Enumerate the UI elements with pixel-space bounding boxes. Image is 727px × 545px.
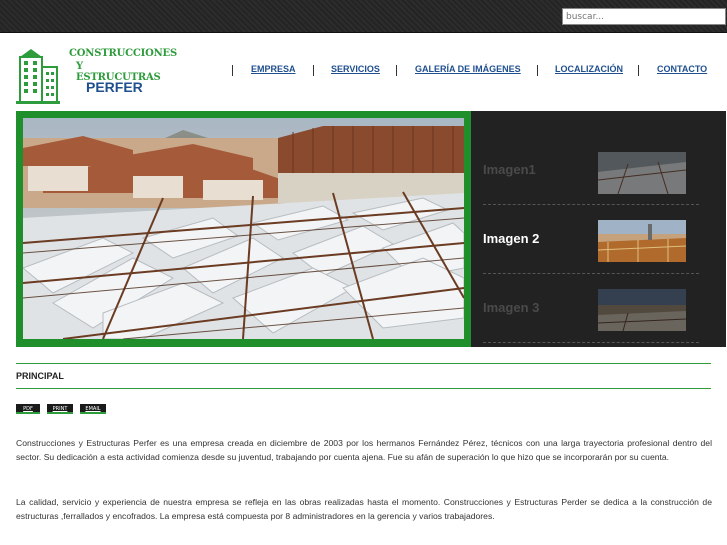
top-bar bbox=[0, 0, 727, 33]
email-button[interactable]: EMAIL bbox=[80, 404, 106, 414]
logo-line3: PERFER bbox=[86, 79, 143, 95]
thumbnail-image bbox=[598, 289, 686, 331]
building-logo-icon bbox=[16, 49, 60, 104]
logo-line1: CONSTRUCCIONES bbox=[69, 48, 177, 59]
nav-item-empresa[interactable]: EMPRESA bbox=[251, 64, 296, 74]
print-button[interactable]: PRINT bbox=[47, 404, 73, 414]
nav-item-servicios[interactable]: SERVICIOS bbox=[331, 64, 380, 74]
divider bbox=[16, 388, 711, 389]
thumbnail-image bbox=[598, 220, 686, 262]
slider-thumbnail-label: Imagen 3 bbox=[483, 300, 540, 315]
slider-thumbnail-list: Imagen1 Imagen 2 Imagen 3 bbox=[471, 111, 726, 347]
nav-separator bbox=[537, 65, 538, 76]
slider-thumbnail-item[interactable]: Imagen1 bbox=[471, 128, 726, 205]
slider-thumbnail-label: Imagen 2 bbox=[483, 231, 540, 246]
logo-link[interactable]: CONSTRUCCIONES Y ESTRUCUTRAS PERFER bbox=[0, 33, 177, 110]
slider-thumbnail-item-active[interactable]: Imagen 2 bbox=[471, 197, 726, 274]
quality-paragraph: La calidad, servicio y experiencia de nu… bbox=[16, 497, 712, 521]
nav-separator bbox=[313, 65, 314, 76]
image-slider: Imagen1 Imagen 2 Imagen 3 bbox=[16, 111, 726, 347]
slider-main-frame bbox=[16, 111, 471, 347]
nav-item-contacto[interactable]: CONTACTO bbox=[657, 64, 707, 74]
site-header: CONSTRUCCIONES Y ESTRUCUTRAS PERFER EMPR… bbox=[0, 33, 727, 110]
thumbnail-divider bbox=[483, 342, 699, 343]
slider-thumbnail-label: Imagen1 bbox=[483, 162, 536, 177]
divider bbox=[16, 363, 711, 364]
pdf-button[interactable]: PDF bbox=[16, 404, 40, 414]
nav-separator bbox=[232, 65, 233, 76]
nav-item-galeria[interactable]: GALERÍA DE IMÁGENES bbox=[415, 64, 521, 74]
section-title: PRINCIPAL bbox=[16, 371, 64, 381]
search-input[interactable] bbox=[562, 8, 726, 25]
thumbnail-image bbox=[598, 152, 686, 194]
construction-photo-image bbox=[23, 118, 464, 339]
nav-separator bbox=[638, 65, 639, 76]
slider-main-image[interactable] bbox=[23, 118, 464, 339]
nav-item-localizacion[interactable]: LOCALIZACIÓN bbox=[555, 64, 623, 74]
nav-separator bbox=[396, 65, 397, 76]
intro-paragraph: Construcciones y Estructuras Perfer es u… bbox=[16, 438, 712, 462]
slider-thumbnail-item[interactable]: Imagen 3 bbox=[471, 266, 726, 343]
